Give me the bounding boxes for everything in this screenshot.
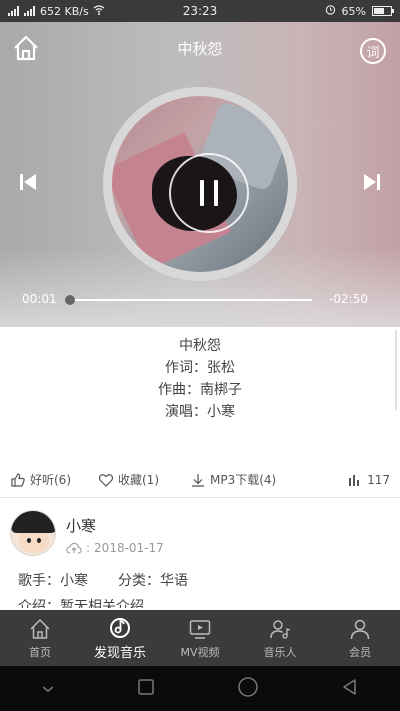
prev-icon[interactable] (18, 172, 38, 192)
song-meta: 歌手：小寒 分类：华语 (18, 570, 188, 590)
alarm-icon (325, 4, 336, 18)
nav-label-member: 会员 (349, 645, 371, 659)
meta-category: 分类：华语 (118, 573, 188, 589)
nav-label-discover: 发现音乐 (93, 646, 146, 661)
pause-button[interactable] (169, 153, 249, 233)
action-bar: 好听(6) 收藏(1) MP3下载(4) 117 (0, 462, 400, 498)
info-composer: 作曲：南梆子 (158, 382, 242, 398)
battery-fill (374, 8, 384, 14)
album-disc (103, 87, 297, 281)
next-icon[interactable] (362, 172, 382, 192)
pause-icon (200, 180, 204, 206)
heart-icon (98, 473, 114, 487)
network-speed: 652 KB/s (40, 4, 89, 18)
favorite-button[interactable]: 收藏(1) (98, 471, 190, 488)
chevron-down-icon[interactable] (41, 679, 55, 698)
nav-item-member[interactable]: 会员 (320, 610, 400, 666)
artist-row[interactable]: 小寒 : 2018-01-17 (0, 505, 400, 565)
download-button[interactable]: MP3下载(4) (190, 471, 330, 488)
tv-icon (189, 619, 211, 639)
home-circle-icon[interactable] (237, 676, 259, 702)
artist-name[interactable]: 小寒 (66, 515, 96, 536)
meta-intro: 介绍：暂无相关介绍 (18, 599, 144, 608)
album-cover (112, 96, 288, 272)
cloud-upload-icon (66, 542, 82, 554)
status-bar: 652 KB/s 23:23 65% (0, 0, 400, 22)
status-left: 652 KB/s (8, 5, 168, 18)
player-header: 中秋怨 词 00:01 -02:50 (0, 22, 400, 327)
battery-percent: 65% (341, 4, 366, 18)
home-icon (30, 618, 50, 639)
thumbs-up-icon (11, 472, 25, 487)
member-icon (350, 619, 370, 639)
meta-singer: 歌手：小寒 (18, 573, 88, 589)
download-icon (192, 473, 204, 487)
system-nav-bar (0, 666, 400, 711)
nav-label-mv: MV视频 (180, 645, 220, 659)
info-lyricist: 作词：张松 (165, 360, 235, 376)
info-singer: 演唱：小寒 (165, 404, 235, 420)
remaining-time: -02:50 (329, 292, 368, 306)
pause-icon (214, 180, 218, 206)
song-info: 中秋怨 作词：张松 作曲：南梆子 演唱：小寒 (0, 335, 400, 423)
bottom-nav: 首页 发现音乐 MV视频 音乐人 会员 (0, 610, 400, 666)
progress-bar[interactable] (65, 295, 312, 305)
wifi-icon (93, 4, 105, 18)
favorite-label: 收藏(1) (118, 473, 159, 487)
nav-item-musician[interactable]: 音乐人 (240, 610, 320, 666)
nav-label-home: 首页 (29, 645, 51, 659)
signal-icon (24, 6, 36, 16)
signal-icon (8, 6, 20, 16)
play-count: 117 (347, 472, 390, 488)
nav-item-discover[interactable]: 发现音乐 (80, 610, 160, 666)
like-button[interactable]: 好听(6) (10, 471, 98, 488)
like-label: 好听(6) (30, 473, 71, 487)
progress-handle[interactable] (65, 295, 75, 305)
play-count-label: 117 (367, 472, 390, 487)
recent-apps-icon[interactable] (137, 678, 155, 700)
song-title: 中秋怨 (177, 40, 223, 58)
back-icon[interactable] (341, 678, 359, 700)
nav-label-musician: 音乐人 (263, 645, 297, 659)
nav-item-home[interactable]: 首页 (0, 610, 80, 666)
current-time: 00:01 (22, 292, 57, 306)
lyric-button[interactable]: 词 (360, 38, 386, 64)
clock: 23:23 (182, 4, 218, 18)
music-note-icon (110, 618, 130, 638)
download-label: MP3下载(4) (210, 473, 277, 487)
battery-icon (372, 6, 394, 16)
info-title: 中秋怨 (179, 338, 221, 354)
status-right: 65% (232, 4, 394, 18)
upload-date-text: 2018-01-17 (94, 541, 164, 555)
musician-icon (270, 619, 291, 639)
bar-chart-icon (349, 474, 360, 486)
nav-item-mv[interactable]: MV视频 (160, 610, 240, 666)
avatar[interactable] (10, 510, 56, 556)
upload-date: : 2018-01-17 (66, 541, 164, 555)
